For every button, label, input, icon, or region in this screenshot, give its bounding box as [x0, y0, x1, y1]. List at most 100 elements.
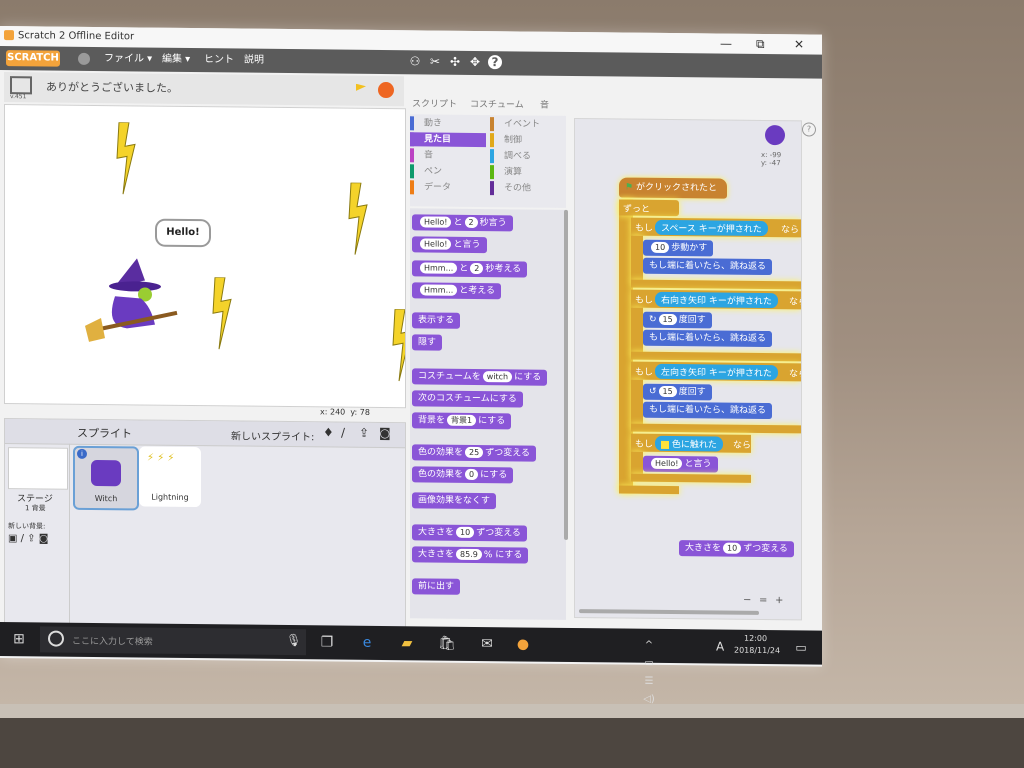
clock-time[interactable]: 12:00	[744, 634, 767, 643]
paint-brush-icon[interactable]: /	[341, 426, 345, 440]
windows-start-icon[interactable]: ⊞	[10, 630, 28, 648]
green-flag-icon[interactable]	[356, 84, 366, 96]
category-sound[interactable]: 音	[410, 148, 434, 163]
block-num[interactable]: 25	[465, 446, 484, 459]
backdrop-tools[interactable]: ▣ / ⇪ ◙	[8, 533, 48, 544]
mic-icon[interactable]: 🎙	[286, 633, 301, 647]
stage-canvas[interactable]: Hello!	[4, 104, 406, 409]
category-motion[interactable]: 動き	[410, 116, 443, 131]
category-sensing[interactable]: 調べる	[490, 149, 532, 164]
stage-thumbnail[interactable]	[8, 447, 68, 490]
key-left-pressed[interactable]: 左向き矢印 キーが押された	[655, 363, 778, 381]
camera-icon[interactable]: ◙	[379, 426, 391, 440]
turn-cw-block[interactable]: ↻ 15 度回す	[643, 311, 712, 329]
block-num[interactable]: 2	[470, 262, 484, 275]
duplicate-icon[interactable]: ⚇	[408, 54, 422, 68]
scratch-logo[interactable]: SCRATCH	[6, 50, 60, 67]
palette-block[interactable]: コスチュームを witch にする	[412, 368, 548, 386]
palette-block[interactable]: 背景を 背景1 にする	[412, 412, 512, 430]
say-input[interactable]: Hello!	[651, 457, 683, 470]
tab-costumes[interactable]: コスチューム	[470, 97, 524, 111]
sprite-library-icon[interactable]: ♦	[323, 425, 334, 439]
palette-scrollbar[interactable]	[564, 209, 568, 540]
category-events[interactable]: イベント	[490, 117, 541, 132]
mail-icon[interactable]: ✉	[478, 635, 496, 653]
key-left[interactable]: 左向き矢印	[661, 368, 706, 378]
category-data[interactable]: データ	[410, 180, 452, 195]
block-num[interactable]: 85.9	[456, 548, 482, 561]
key-space-pressed[interactable]: スペース キーが押された	[655, 219, 768, 237]
close-button[interactable]: ✕	[794, 34, 804, 54]
zoom-reset-button[interactable]: =	[759, 595, 767, 606]
say-block[interactable]: Hello! と言う	[643, 455, 718, 473]
bounce-block[interactable]: もし端に着いたら、跳ね返る	[643, 401, 773, 420]
category-more[interactable]: その他	[490, 181, 532, 196]
tab-sounds[interactable]: 音	[540, 98, 549, 111]
block-num[interactable]: 2	[464, 216, 478, 229]
upload-icon[interactable]: ⇪	[359, 426, 369, 440]
bounce-block[interactable]: もし端に着いたら、跳ね返る	[643, 329, 773, 348]
store-icon[interactable]: 🛍	[438, 635, 456, 653]
clock-date[interactable]: 2018/11/24	[734, 646, 780, 655]
palette-block[interactable]: Hmm... と 2 秒考える	[412, 260, 528, 278]
help-icon[interactable]: ?	[488, 55, 502, 70]
globe-icon[interactable]	[78, 52, 90, 65]
palette-block[interactable]: 大きさを 85.9% にする	[412, 546, 529, 564]
lightning-sprite[interactable]	[211, 277, 235, 350]
maximize-button[interactable]: ⧉	[756, 34, 765, 54]
block-slot[interactable]: Hello!	[420, 216, 452, 228]
key-right[interactable]: 右向き矢印	[661, 296, 706, 306]
palette-block[interactable]: 表示する	[412, 312, 461, 329]
palette-block[interactable]: Hmm... と考える	[412, 282, 501, 300]
palette-block[interactable]: 色の効果を 0 にする	[412, 466, 514, 484]
block-num[interactable]: 10	[456, 526, 475, 538]
sprite-thumb-witch[interactable]: i Witch	[73, 445, 139, 511]
minimize-button[interactable]: —	[720, 34, 732, 54]
palette-block[interactable]: 次のコスチュームにする	[412, 390, 523, 408]
category-looks[interactable]: 見た目	[410, 132, 486, 148]
move-steps-block[interactable]: 10 歩動かす	[643, 239, 714, 257]
block-num[interactable]: 0	[465, 468, 479, 481]
tab-scripts[interactable]: スクリプト	[412, 96, 457, 109]
help-icon[interactable]: ?	[802, 122, 816, 137]
shrink-icon[interactable]: ✥	[468, 55, 482, 69]
script-hscrollbar[interactable]	[579, 609, 759, 615]
key-space[interactable]: スペース	[661, 224, 696, 234]
palette-block[interactable]: 画像効果をなくす	[412, 492, 497, 510]
grow-icon[interactable]: ✣	[448, 55, 462, 69]
palette-block[interactable]: 大きさを 10 ずつ変える	[412, 524, 527, 542]
script-area[interactable]: x: -99 y: -47 ⚑ がクリックされたとき ずっと もし スペース キ…	[574, 118, 802, 621]
lightning-sprite[interactable]	[347, 182, 371, 255]
info-icon[interactable]: i	[77, 448, 87, 459]
edge-icon[interactable]: e	[358, 634, 376, 652]
project-title-input[interactable]: ありがとうございました。	[46, 78, 178, 95]
bounce-block[interactable]: もし端に着いたら、跳ね返る	[643, 257, 773, 276]
fullscreen-icon[interactable]	[10, 76, 32, 95]
block-slot[interactable]: witch	[482, 371, 513, 383]
touching-color-block[interactable]: 色に触れた	[655, 435, 723, 452]
block-slot[interactable]: Hmm...	[420, 262, 458, 274]
search-box[interactable]: ここに入力して検索 🎙	[40, 626, 306, 656]
menu-file[interactable]: ファイル ▾	[104, 47, 152, 72]
tray-icons[interactable]: ^ ▭ ☰ ◁)	[640, 637, 658, 705]
palette-block[interactable]: 隠す	[412, 334, 443, 351]
when-flag-clicked-block[interactable]: ⚑ がクリックされたとき	[619, 177, 727, 213]
turn-ccw-block[interactable]: ↺ 15 度回す	[643, 383, 712, 401]
lightning-sprite[interactable]	[115, 122, 139, 195]
category-pen[interactable]: ペン	[410, 164, 443, 179]
turn-ccw-input[interactable]: 15	[658, 385, 677, 398]
task-view-icon[interactable]: ❐	[318, 633, 336, 651]
move-steps-input[interactable]: 10	[651, 241, 670, 254]
block-slot[interactable]: Hmm...	[420, 284, 458, 296]
menu-about[interactable]: 説明	[244, 49, 264, 73]
zoom-out-button[interactable]: −	[743, 595, 751, 606]
scratch-taskbar-icon[interactable]: ●	[514, 635, 532, 653]
lightning-sprite[interactable]	[391, 309, 406, 382]
loose-size-block[interactable]: 大きさを 10 ずつ変える	[679, 540, 794, 558]
palette-block[interactable]: 色の効果を 25 ずつ変える	[412, 444, 536, 462]
notifications-icon[interactable]: ▭	[792, 638, 810, 656]
ime-indicator[interactable]: A	[716, 639, 724, 653]
file-explorer-icon[interactable]: ▰	[398, 634, 416, 652]
palette-block[interactable]: Hello! と 2 秒言う	[412, 214, 513, 232]
zoom-in-button[interactable]: +	[775, 595, 783, 606]
